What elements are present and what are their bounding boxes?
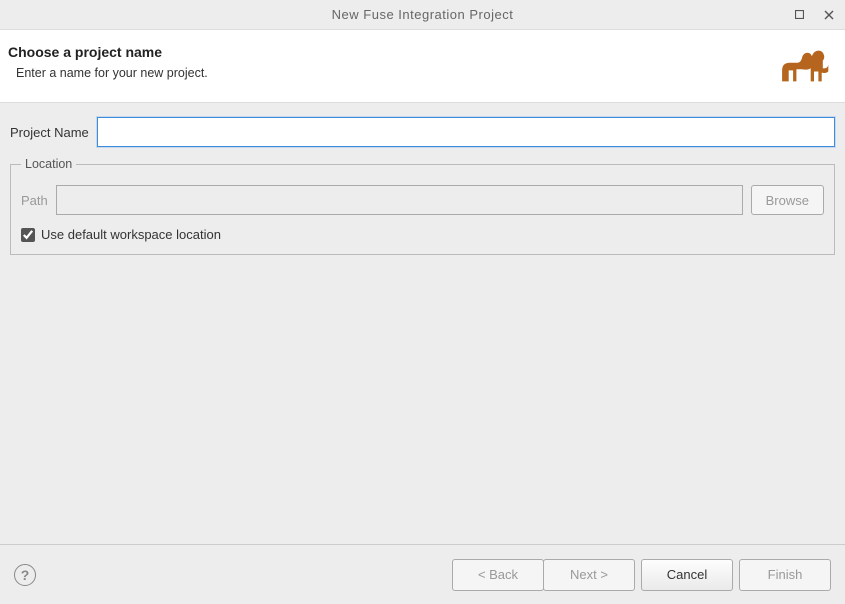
use-default-row[interactable]: Use default workspace location — [21, 227, 824, 242]
path-row: Path Browse — [21, 185, 824, 215]
browse-button: Browse — [751, 185, 824, 215]
window-title: New Fuse Integration Project — [332, 7, 514, 22]
camel-icon — [775, 44, 831, 88]
use-default-checkbox[interactable] — [21, 228, 35, 242]
maximize-icon[interactable] — [791, 7, 807, 23]
wizard-footer: ? < Back Next > Cancel Finish — [0, 544, 845, 604]
project-name-input[interactable] — [97, 117, 835, 147]
window-controls — [791, 0, 837, 29]
project-name-label: Project Name — [10, 125, 89, 140]
use-default-label: Use default workspace location — [41, 227, 221, 242]
footer-buttons: < Back Next > Cancel Finish — [452, 559, 831, 591]
path-label: Path — [21, 193, 48, 208]
wizard-header: Choose a project name Enter a name for y… — [0, 30, 845, 103]
help-icon[interactable]: ? — [14, 564, 36, 586]
location-group: Location Path Browse Use default workspa… — [10, 157, 835, 255]
page-subtitle: Enter a name for your new project. — [8, 66, 765, 80]
cancel-button[interactable]: Cancel — [641, 559, 733, 591]
titlebar: New Fuse Integration Project — [0, 0, 845, 30]
location-legend: Location — [21, 157, 76, 171]
next-button: Next > — [543, 559, 635, 591]
form-area: Project Name Location Path Browse Use de… — [0, 103, 845, 265]
page-title: Choose a project name — [8, 44, 765, 60]
back-button: < Back — [452, 559, 544, 591]
close-icon[interactable] — [821, 7, 837, 23]
project-name-row: Project Name — [10, 117, 835, 147]
finish-button: Finish — [739, 559, 831, 591]
path-input — [56, 185, 743, 215]
